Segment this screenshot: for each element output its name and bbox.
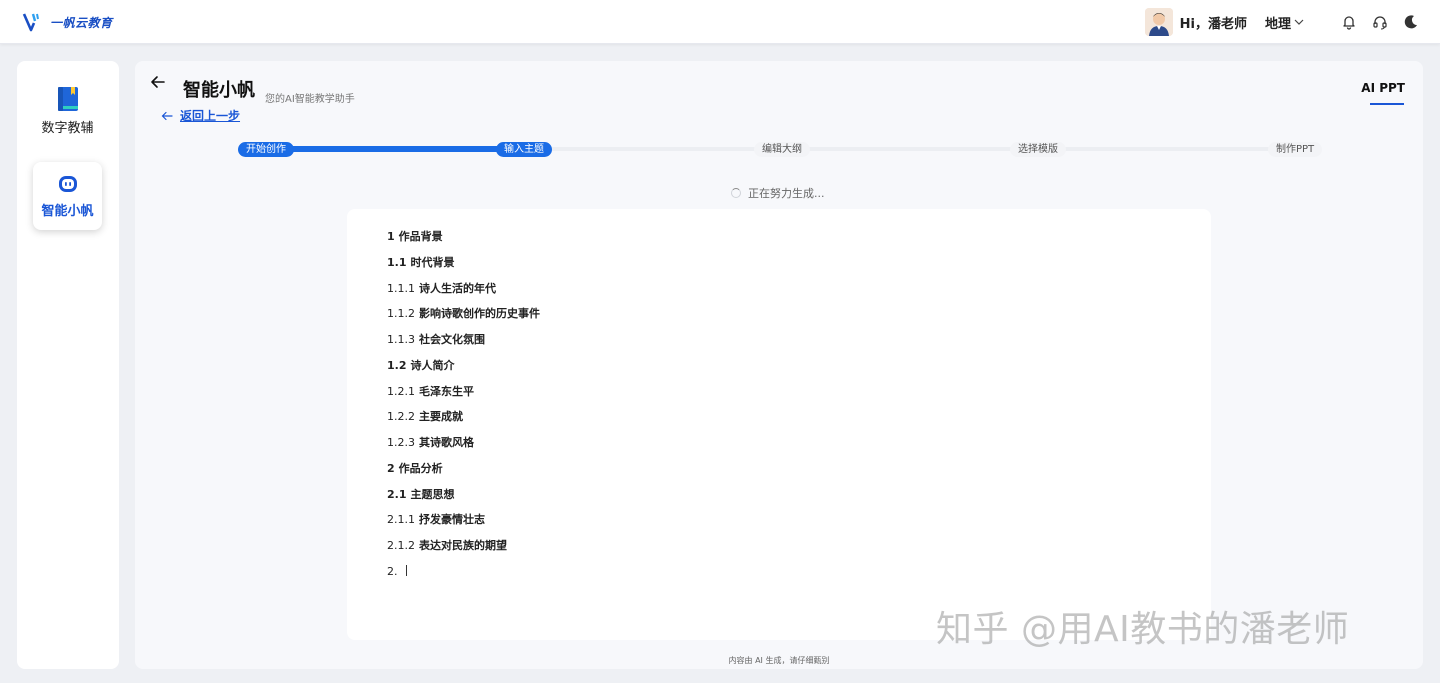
outline-item-number: 2.1: [387, 487, 407, 501]
outline-item: 1.2.3 其诗歌风格: [387, 433, 540, 459]
avatar-image: [1144, 8, 1173, 36]
moon-icon[interactable]: [1402, 13, 1420, 31]
page-subtitle: 您的AI智能教学助手: [265, 94, 355, 105]
outline-item-title: 社会文化氛围: [419, 333, 485, 346]
outline-item-title: 作品背景: [398, 230, 443, 243]
bell-icon[interactable]: [1340, 13, 1358, 31]
topbar-user-area: Hi，潘老师 地理: [1144, 6, 1420, 38]
back-arrow-icon[interactable]: [149, 73, 167, 91]
outline-item-number: 1.2.3: [387, 436, 415, 449]
outline-item-number: 1.1.3: [387, 333, 415, 346]
outline-item-title: 表达对民族的期望: [419, 539, 507, 552]
step-make-ppt: 制作PPT: [1268, 142, 1323, 157]
outline-item-title: 作品分析: [398, 461, 443, 475]
back-step-link[interactable]: 返回上一步: [161, 107, 240, 124]
tab-active-indicator: [1370, 103, 1404, 105]
outline-item-title: 诗人生活的年代: [419, 281, 496, 295]
outline-item: 2.: [387, 562, 540, 588]
outline-item-number: 1.1: [387, 255, 407, 269]
outline-item-title: 毛泽东生平: [419, 384, 474, 398]
outline-item: 1.1.1 诗人生活的年代: [387, 279, 540, 305]
logo[interactable]: 一帆云教育: [22, 11, 113, 33]
sidebar: 数字教辅 智能小帆: [17, 61, 119, 669]
outline-item-title: 诗人简介: [410, 358, 455, 372]
headset-icon[interactable]: [1371, 13, 1389, 31]
logo-text: 一帆云教育: [50, 15, 113, 30]
top-bar: 一帆云教育 Hi，潘老师 地理: [0, 0, 1440, 44]
outline-item-number: 2.: [387, 564, 398, 578]
step-select-template: 选择模版: [1010, 142, 1066, 157]
outline-item-number: 1.2: [387, 358, 407, 372]
outline-item: 1.2.1 毛泽东生平: [387, 382, 540, 408]
sidebar-item-smart-assistant[interactable]: 智能小帆: [33, 162, 102, 230]
outline-item-number: 1: [387, 230, 395, 243]
outline-item-number: 1.1.2: [387, 307, 415, 321]
outline-item: 1.2 诗人简介: [387, 356, 540, 382]
outline-item-title: 主要成就: [419, 410, 463, 424]
subject-label: 地理: [1264, 16, 1291, 32]
outline-item: 2.1.2 表达对民族的期望: [387, 536, 540, 562]
sidebar-item-label: 数字教辅: [41, 121, 94, 136]
outline-item: 1.1.2 影响诗歌创作的历史事件: [387, 304, 540, 330]
generation-status: 正在努力生成...: [731, 185, 825, 201]
chevron-down-icon: [1294, 19, 1304, 25]
outline-item: 1 作品背景: [387, 227, 540, 253]
subject-selector[interactable]: 地理: [1265, 13, 1305, 32]
outline-card[interactable]: 1 作品背景 1.1 时代背景 1.1.1 诗人生活的年代 1.1.2 影响诗歌创作的历史事件…: [347, 209, 1211, 640]
outline-item-title: 主题思想: [410, 487, 455, 501]
outline-item: 2.1.1 抒发豪情壮志: [387, 510, 540, 536]
outline-item-number: 2: [387, 461, 395, 475]
outline-item-number: 1.2.1: [387, 384, 415, 398]
book-icon: [57, 87, 78, 111]
logo-icon: [22, 13, 39, 32]
step-input-topic: 输入主题: [496, 142, 552, 157]
outline-item-number: 1.2.2: [387, 410, 415, 424]
progress-steps: 开始创作 输入主题 编辑大纲 选择模版 制作PPT: [238, 141, 1323, 157]
outline-item-title: 时代背景: [410, 255, 455, 269]
sidebar-item-label: 智能小帆: [41, 204, 94, 219]
arrow-left-icon: [161, 111, 173, 120]
step-edit-outline: 编辑大纲: [754, 142, 810, 157]
outline-item-number: 2.1.1: [387, 513, 415, 527]
ai-disclaimer: 内容由 AI 生成，请仔细甄别: [728, 656, 830, 665]
outline-item: 1.1.3 社会文化氛围: [387, 330, 540, 356]
outline-item-number: 1.1.1: [387, 281, 415, 295]
robot-icon: [58, 176, 77, 192]
status-text: 正在努力生成...: [748, 187, 825, 200]
outline-list: 1 作品背景 1.1 时代背景 1.1.1 诗人生活的年代 1.1.2 影响诗歌创作的历史事件…: [387, 227, 540, 588]
outline-item-number: 2.1.2: [387, 539, 415, 552]
main-panel: 智能小帆 您的AI智能教学助手 返回上一步 AI PPT 开始创作 输入主题 编…: [135, 61, 1423, 669]
back-step-label: 返回上一步: [180, 109, 241, 123]
outline-item: 1.1 时代背景: [387, 253, 540, 279]
page-title: 智能小帆: [183, 80, 255, 101]
outline-item: 2 作品分析: [387, 459, 540, 485]
watermark: 知乎 @用AI教书的潘老师: [936, 609, 1350, 650]
outline-item-title: 抒发豪情壮志: [419, 513, 485, 527]
outline-item-title: 影响诗歌创作的历史事件: [419, 307, 540, 321]
sidebar-item-digital-tutor[interactable]: 数字教辅: [33, 77, 102, 145]
user-greeting: Hi，潘老师: [1179, 16, 1247, 32]
tab-ai-ppt[interactable]: AI PPT: [1361, 81, 1405, 95]
outline-item: 1.2.2 主要成就: [387, 407, 540, 433]
step-start: 开始创作: [238, 142, 294, 157]
spinner-icon: [731, 188, 741, 198]
outline-item-title: 其诗歌风格: [419, 436, 474, 449]
text-cursor: [405, 564, 407, 576]
avatar[interactable]: [1144, 8, 1173, 36]
outline-item: 2.1 主题思想: [387, 485, 540, 511]
